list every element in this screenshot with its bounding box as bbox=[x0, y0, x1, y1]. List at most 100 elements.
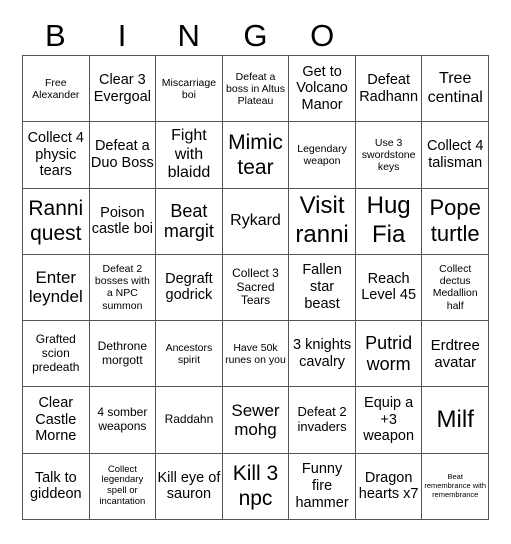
cell-text: Grafted scion predeath bbox=[32, 332, 80, 374]
bingo-cell[interactable]: Have 50k runes on you bbox=[222, 321, 290, 388]
bingo-cell[interactable]: Fallen star beast bbox=[289, 254, 356, 322]
cell-text: Fallen star beast bbox=[302, 262, 342, 312]
cell-text: Erdtree avatar bbox=[430, 336, 480, 371]
bingo-cell[interactable]: Talk to giddeon bbox=[23, 453, 90, 520]
bingo-cell[interactable]: Collect legendary spell or incantation bbox=[89, 453, 157, 520]
cell-text: Defeat Radhann bbox=[359, 71, 419, 105]
cell-text: Kill eye of sauron bbox=[157, 469, 221, 503]
bingo-cell[interactable]: Collect 4 physic tears bbox=[23, 122, 90, 189]
bingo-cell[interactable]: Legendary weapon bbox=[289, 122, 356, 189]
bingo-cell[interactable]: Rykard bbox=[222, 188, 290, 255]
bingo-cell[interactable]: Reach Level 45 bbox=[355, 254, 423, 322]
cell-text: Enter leyndel bbox=[28, 267, 83, 307]
cell-text: Pope turtle bbox=[429, 194, 481, 247]
header-letter-g: G bbox=[243, 18, 268, 53]
cell-text: Ranni quest bbox=[28, 197, 84, 246]
bingo-cell[interactable]: Clear 3 Evergoal bbox=[89, 56, 157, 123]
bingo-cell[interactable]: Poison castle boi bbox=[89, 188, 157, 255]
cell-text: Beat remembrance with remembrance bbox=[424, 472, 487, 499]
header-letter-b: B bbox=[45, 18, 66, 53]
bingo-cell[interactable]: Sewer mohg bbox=[222, 387, 290, 454]
bingo-board: Free Alexander Clear 3 Evergoal Miscarri… bbox=[22, 55, 489, 520]
cell-text: Collect 3 Sacred Tears bbox=[232, 265, 279, 308]
bingo-cell[interactable]: Get to Volcano Manor bbox=[289, 56, 356, 123]
bingo-cell[interactable]: Milf bbox=[422, 387, 489, 454]
cell-text: Collect 4 physic tears bbox=[27, 129, 84, 180]
bingo-cell[interactable]: Collect dectus Medallion half bbox=[422, 254, 489, 322]
bingo-cell[interactable]: Raddahn bbox=[156, 387, 223, 454]
cell-text: Talk to giddeon bbox=[29, 469, 82, 503]
bingo-cell[interactable]: Funny fire hammer bbox=[289, 453, 356, 520]
bingo-cell[interactable]: Tree centinal bbox=[422, 56, 489, 123]
cell-text: Funny fire hammer bbox=[295, 461, 349, 511]
bingo-cell[interactable]: Dethrone morgott bbox=[89, 321, 157, 388]
cell-text: Reach Level 45 bbox=[361, 270, 417, 304]
cell-text: Tree centinal bbox=[427, 70, 483, 106]
cell-text: Defeat 2 bosses with a NPC summon bbox=[94, 263, 150, 312]
bingo-cell[interactable]: Grafted scion predeath bbox=[23, 321, 90, 388]
bingo-cell[interactable]: Hug Fia bbox=[355, 188, 423, 255]
bingo-cell[interactable]: Dragon hearts x7 bbox=[355, 453, 423, 520]
header-letter-i: I bbox=[117, 18, 127, 53]
cell-text: Poison castle boi bbox=[91, 204, 153, 238]
cell-text: Clear Castle Morne bbox=[35, 395, 77, 445]
cell-text: 4 somber weapons bbox=[97, 405, 148, 434]
cell-text: Miscarriage boi bbox=[161, 76, 217, 101]
cell-text: Dragon hearts x7 bbox=[358, 469, 419, 503]
bingo-cell[interactable]: Collect 3 Sacred Tears bbox=[222, 254, 290, 322]
bingo-cell[interactable]: Free Alexander bbox=[23, 56, 90, 123]
bingo-cell[interactable]: Use 3 swordstone keys bbox=[355, 122, 423, 189]
cell-text: Defeat a boss in Altus Plateau bbox=[226, 70, 285, 107]
bingo-cell[interactable]: Defeat 2 bosses with a NPC summon bbox=[89, 254, 157, 322]
cell-text: Get to Volcano Manor bbox=[296, 63, 348, 113]
cell-text: Defeat a Duo Boss bbox=[90, 138, 154, 171]
bingo-cell[interactable]: Ancestors spirit bbox=[156, 321, 223, 388]
cell-text: Legendary weapon bbox=[297, 142, 347, 167]
bingo-header: B I N G O bbox=[22, 18, 489, 54]
cell-text: Beat margit bbox=[163, 200, 214, 242]
cell-text: Have 50k runes on you bbox=[225, 341, 286, 366]
cell-text: Dethrone morgott bbox=[97, 338, 148, 367]
bingo-cell[interactable]: Mimic tear bbox=[222, 122, 290, 189]
header-letter-n: N bbox=[177, 18, 200, 53]
bingo-cell[interactable]: Kill eye of sauron bbox=[156, 453, 223, 520]
bingo-cell[interactable]: Defeat 2 invaders bbox=[289, 387, 356, 454]
bingo-cell[interactable]: Enter leyndel bbox=[23, 254, 90, 322]
cell-text: Collect dectus Medallion half bbox=[432, 263, 478, 312]
cell-text: Hug Fia bbox=[366, 192, 411, 249]
cell-text: Free Alexander bbox=[32, 76, 80, 101]
cell-text: Rykard bbox=[230, 212, 281, 229]
bingo-cell[interactable]: Beat remembrance with remembrance bbox=[422, 453, 489, 520]
bingo-cell[interactable]: Defeat Radhann bbox=[355, 56, 423, 123]
bingo-cell[interactable]: Defeat a boss in Altus Plateau bbox=[222, 56, 290, 123]
cell-text: Mimic tear bbox=[228, 130, 283, 179]
bingo-cell[interactable]: Collect 4 talisman bbox=[422, 122, 489, 189]
bingo-cell[interactable]: Defeat a Duo Boss bbox=[89, 122, 157, 189]
bingo-cell[interactable]: Beat margit bbox=[156, 188, 223, 255]
bingo-cell[interactable]: Kill 3 npc bbox=[222, 453, 290, 520]
cell-text: Milf bbox=[436, 405, 474, 433]
cell-text: Raddahn bbox=[164, 412, 214, 427]
cell-text: Kill 3 npc bbox=[232, 462, 279, 511]
cell-text: Degraft godrick bbox=[165, 270, 213, 304]
cell-text: Equip a +3 weapon bbox=[363, 395, 415, 445]
bingo-cell[interactable]: Putrid worm bbox=[355, 321, 423, 388]
bingo-cell[interactable]: 3 knights cavalry bbox=[289, 321, 356, 388]
bingo-cell[interactable]: Miscarriage boi bbox=[156, 56, 223, 123]
cell-text: Putrid worm bbox=[365, 333, 413, 374]
bingo-cell[interactable]: Erdtree avatar bbox=[422, 321, 489, 388]
bingo-cell[interactable]: Equip a +3 weapon bbox=[355, 387, 423, 454]
bingo-cell[interactable]: Clear Castle Morne bbox=[23, 387, 90, 454]
bingo-cell[interactable]: 4 somber weapons bbox=[89, 387, 157, 454]
bingo-cell[interactable]: Visit ranni bbox=[289, 188, 356, 255]
bingo-cell[interactable]: Fight with blaidd bbox=[156, 122, 223, 189]
cell-text: Sewer mohg bbox=[231, 400, 280, 440]
bingo-cell[interactable]: Degraft godrick bbox=[156, 254, 223, 322]
cell-text: Defeat 2 invaders bbox=[297, 404, 347, 435]
cell-text: Collect 4 talisman bbox=[426, 138, 484, 171]
cell-text: Collect legendary spell or incantation bbox=[99, 463, 146, 508]
header-letter-o: O bbox=[310, 18, 335, 53]
bingo-cell[interactable]: Pope turtle bbox=[422, 188, 489, 255]
bingo-cell[interactable]: Ranni quest bbox=[23, 188, 90, 255]
cell-text: Visit ranni bbox=[295, 192, 349, 249]
